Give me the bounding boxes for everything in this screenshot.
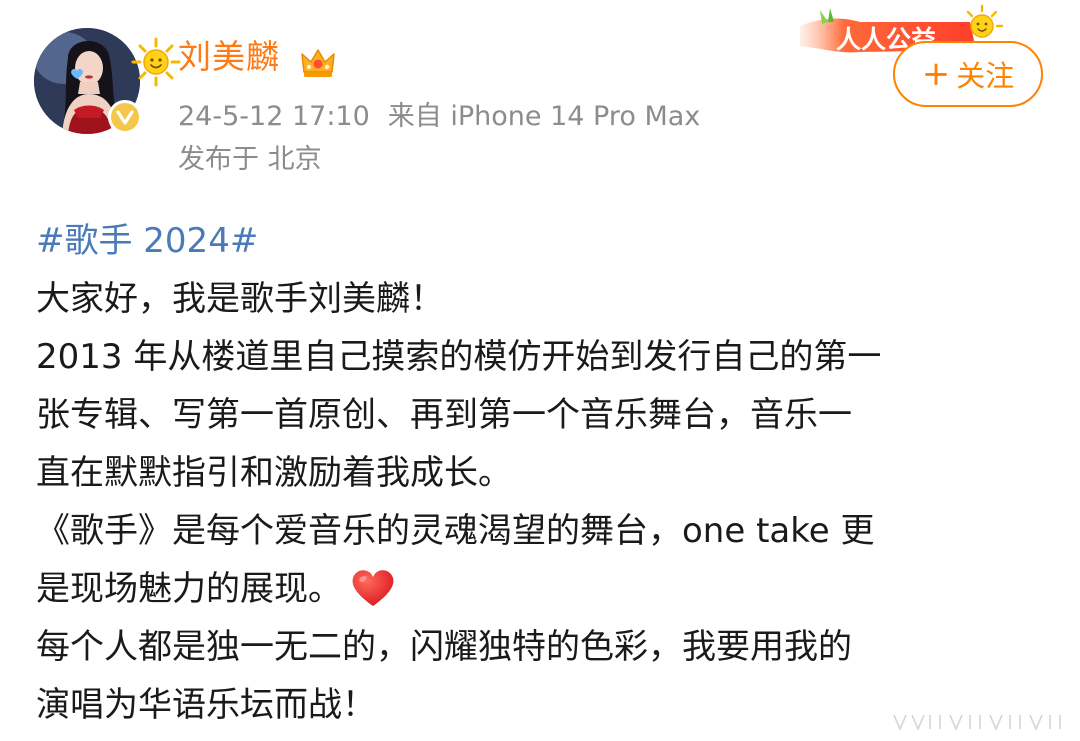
crown-icon xyxy=(301,49,335,77)
post-source: 来自 iPhone 14 Pro Max xyxy=(387,101,701,132)
post-line-text: 是现场魅力的展现。 xyxy=(36,569,342,609)
post-content: #歌手 2024# 大家好，我是歌手刘美麟！ 2013 年从楼道里自己摸索的模仿… xyxy=(36,212,1046,734)
post-line-with-heart: 是现场魅力的展现。 xyxy=(36,560,1046,618)
post-line: 《歌手》是每个爱音乐的灵魂渴望的舞台，one take 更 xyxy=(36,511,875,551)
verified-badge-icon xyxy=(108,100,142,134)
weibo-post: 刘美麟 24-5-12 17:10 来自 iPhone 14 Pro Max 发布… xyxy=(0,0,1080,741)
follow-button[interactable]: + 关注 xyxy=(893,41,1043,107)
follow-button-label: 关注 xyxy=(956,59,1015,93)
hashtag-link[interactable]: #歌手 2024# xyxy=(36,221,258,261)
post-line: 每个人都是独一无二的，闪耀独特的色彩，我要用我的 xyxy=(36,627,852,667)
plus-icon: + xyxy=(921,54,951,94)
red-heart-emoji-icon xyxy=(352,570,394,606)
watermark-pattern xyxy=(893,714,1061,732)
sun-decoration-icon xyxy=(131,37,181,87)
post-line: 大家好，我是歌手刘美麟！ xyxy=(36,279,444,319)
post-line: 张专辑、写第一首原创、再到第一个音乐舞台，音乐一 xyxy=(36,395,852,435)
post-line: 2013 年从楼道里自己摸索的模仿开始到发行自己的第一 xyxy=(36,337,882,377)
post-line: 直在默默指引和激励着我成长。 xyxy=(36,453,512,493)
post-meta: 24-5-12 17:10 来自 iPhone 14 Pro Max xyxy=(178,103,700,130)
post-location: 发布于 北京 xyxy=(178,144,322,175)
avatar-container[interactable] xyxy=(34,28,181,140)
username[interactable]: 刘美麟 xyxy=(178,40,280,73)
post-timestamp: 24-5-12 17:10 xyxy=(178,101,370,132)
small-heart-icon xyxy=(71,68,83,79)
